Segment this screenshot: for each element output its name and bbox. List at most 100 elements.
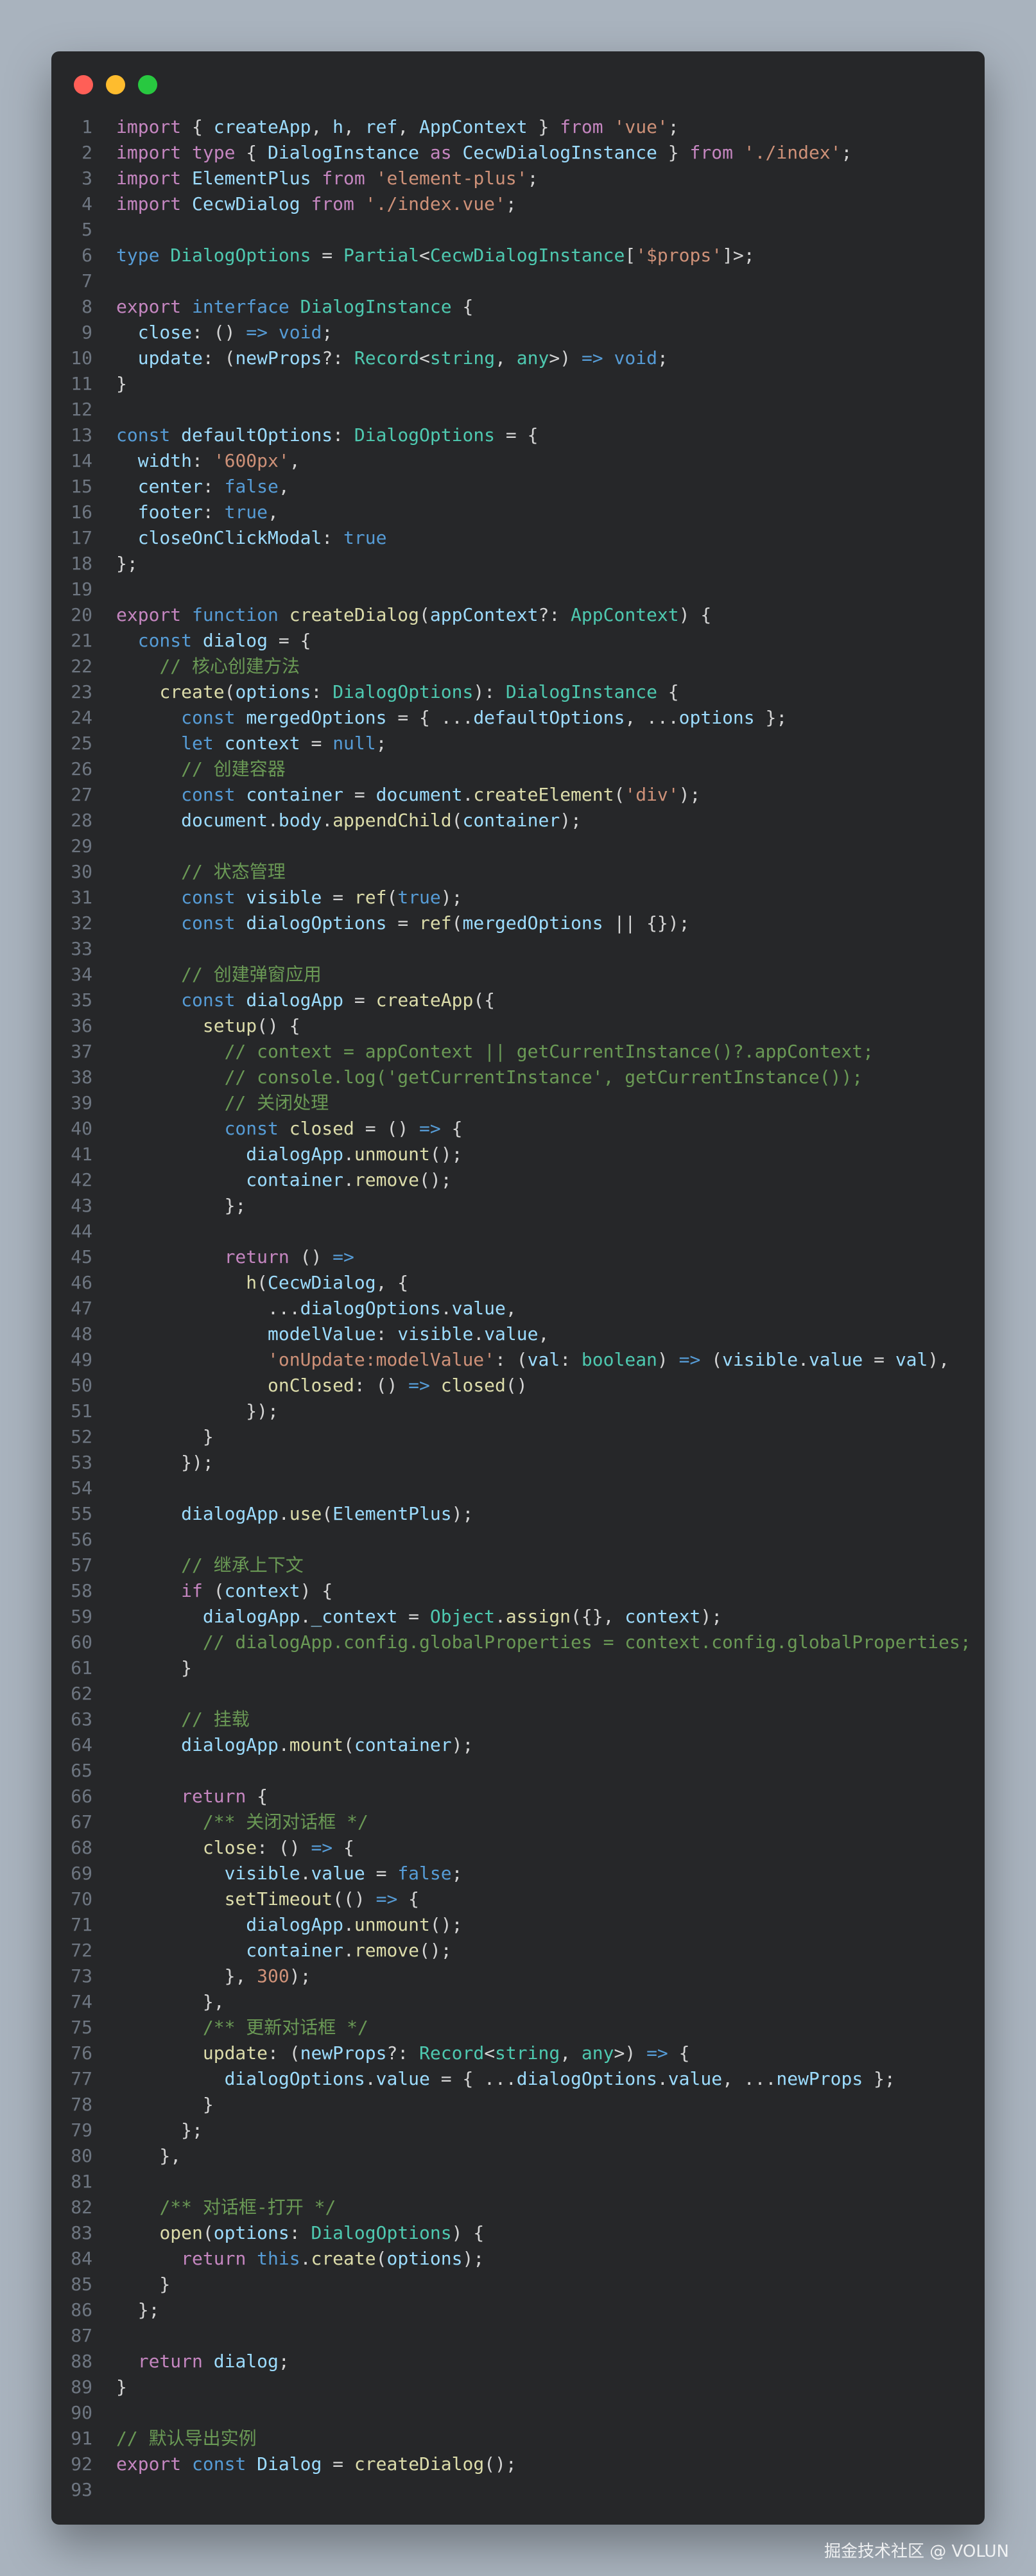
code-token: , { <box>376 1272 409 1293</box>
line-number: 64 <box>71 1734 92 1755</box>
code-line: 93 <box>51 2477 985 2503</box>
code-line: 41 dialogApp.unmount(); <box>51 1142 985 1167</box>
line-number: 51 <box>71 1400 92 1422</box>
code-line: 4 import CecwDialog from './index.vue'; <box>51 191 985 217</box>
code-token: { <box>332 1837 354 1858</box>
code-token: . <box>798 1349 809 1370</box>
code-token: ) <box>657 1349 679 1370</box>
code-token: width <box>137 450 193 471</box>
code-token: = <box>386 912 420 934</box>
line-number: 62 <box>71 1683 92 1704</box>
line-number: 70 <box>71 1888 92 1910</box>
line-source: } <box>116 2092 214 2118</box>
line-source: } <box>116 1424 214 1450</box>
code-token: ); <box>451 1503 474 1524</box>
line-number: 77 <box>71 2068 92 2089</box>
code-token: = <box>311 245 344 266</box>
code-token: CecwDialog <box>192 193 300 214</box>
code-token: : ( <box>495 1349 528 1370</box>
code-token: = { ... <box>429 2068 517 2089</box>
line-source: const defaultOptions: DialogOptions = { <box>116 422 538 448</box>
code-token: DialogOptions <box>170 245 311 266</box>
line-source: dialogApp.mount(container); <box>116 1732 473 1758</box>
code-line: 8 export interface DialogInstance { <box>51 294 985 320</box>
line-number: 15 <box>71 476 92 497</box>
line-source: h(CecwDialog, { <box>116 1270 408 1296</box>
code-token: : <box>560 1349 582 1370</box>
code-line: 10 update: (newProps?: Record<string, an… <box>51 345 985 371</box>
line-number: 47 <box>71 1298 92 1319</box>
code-line: 62 <box>51 1681 985 1707</box>
line-source: /** 对话框-打开 */ <box>116 2195 336 2220</box>
code-token: closeOnClickModal <box>137 527 322 548</box>
code-token: } <box>116 1426 214 1447</box>
code-line: 5 <box>51 217 985 243</box>
line-source: }; <box>116 2118 203 2143</box>
line-number: 44 <box>71 1221 92 1242</box>
code-line: 44 <box>51 1219 985 1244</box>
line-number: 22 <box>71 656 92 677</box>
code-token: options <box>386 2248 463 2269</box>
line-source: }; <box>116 2297 160 2323</box>
line-source: const dialog = { <box>116 628 311 654</box>
code-token: = <box>322 2453 354 2475</box>
code-token: mergedOptions <box>462 912 603 934</box>
line-number: 29 <box>71 835 92 857</box>
close-dot-icon[interactable] <box>74 75 93 94</box>
code-token: export <box>116 2453 182 2475</box>
line-number: 52 <box>71 1426 92 1447</box>
code-token: . <box>657 2068 668 2089</box>
line-source: footer: true, <box>116 500 279 525</box>
code-line: 35 const dialogApp = createApp({ <box>51 988 985 1013</box>
code-token: string <box>495 2042 560 2064</box>
code-line: 16 footer: true, <box>51 500 985 525</box>
code-token: , <box>289 450 300 471</box>
code-line: 79 }; <box>51 2118 985 2143</box>
code-line: 20 export function createDialog(appContex… <box>51 602 985 628</box>
code-token: } <box>657 142 690 163</box>
line-source: ...dialogOptions.value, <box>116 1296 517 1321</box>
line-source: const mergedOptions = { ...defaultOption… <box>116 705 787 731</box>
code-token: , <box>268 501 279 523</box>
line-source: return this.create(options); <box>116 2246 484 2272</box>
code-block: 1 import { createApp, h, ref, AppContext … <box>51 114 985 2503</box>
code-token: dialogApp <box>246 1144 344 1165</box>
code-token: DialogInstance <box>505 681 657 702</box>
line-number: 60 <box>71 1632 92 1653</box>
line-number: 11 <box>71 373 92 394</box>
code-token: = <box>365 1863 398 1884</box>
code-line: 2 import type { DialogInstance as CecwDia… <box>51 140 985 166</box>
code-line: 51 }); <box>51 1398 985 1424</box>
line-number: 48 <box>71 1323 92 1345</box>
code-token: : <box>192 450 214 471</box>
code-token: ); <box>700 1606 723 1627</box>
code-token: defaultOptions <box>473 707 625 728</box>
code-token: , <box>311 116 333 137</box>
code-token: : () <box>354 1375 409 1396</box>
line-source: update: (newProps?: Record<string, any>)… <box>116 345 668 371</box>
code-token: ( <box>322 1503 333 1524</box>
zoom-dot-icon[interactable] <box>138 75 157 94</box>
line-number: 46 <box>71 1272 92 1293</box>
code-token: }; <box>754 707 788 728</box>
minimize-dot-icon[interactable] <box>106 75 125 94</box>
code-token: (() <box>332 1888 376 1910</box>
code-token: './index.vue' <box>365 193 506 214</box>
line-source: return { <box>116 1784 268 1809</box>
code-line: 86 }; <box>51 2297 985 2323</box>
code-token: = <box>343 989 376 1011</box>
